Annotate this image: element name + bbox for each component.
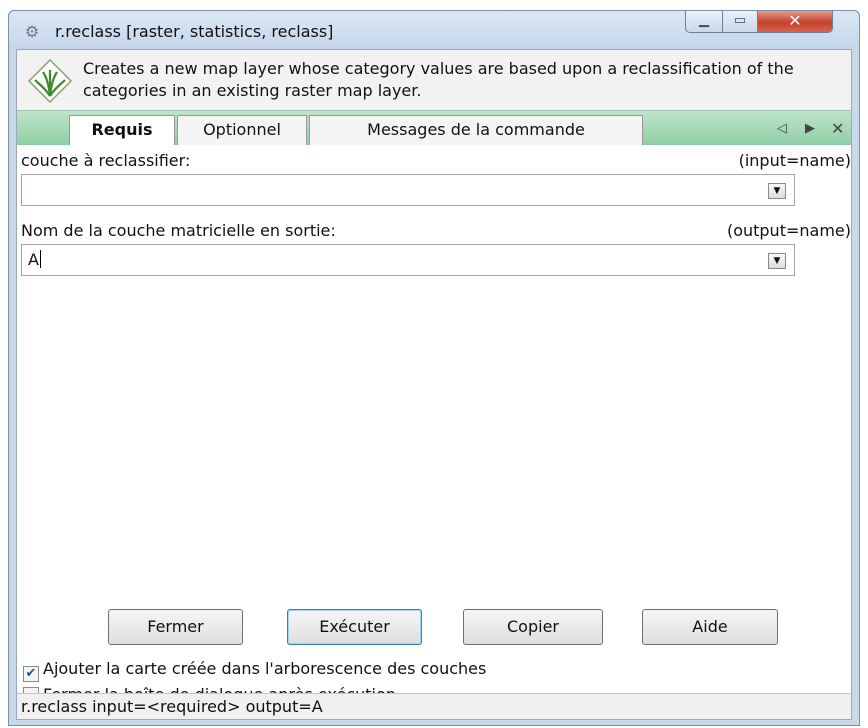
- tab-requis[interactable]: Requis: [69, 115, 175, 145]
- minimize-icon: ▁: [699, 13, 709, 28]
- gear-icon: ⚙: [24, 22, 40, 41]
- output-combobox[interactable]: A ▼: [21, 244, 795, 276]
- command-statusbar: r.reclass input=<required> output=A: [17, 693, 851, 719]
- tab-messages[interactable]: Messages de la commande: [309, 115, 643, 145]
- title-bar[interactable]: ⚙ r.reclass [raster, statistics, reclass…: [9, 11, 859, 49]
- dialog-content: Creates a new map layer whose category v…: [16, 49, 852, 720]
- window-title: r.reclass [raster, statistics, reclass]: [55, 22, 334, 41]
- text-caret: [39, 250, 41, 268]
- required-panel: couche à reclassifier: (input=name) ▼ No…: [17, 145, 851, 719]
- output-hint: (output=name): [726, 221, 851, 240]
- chevron-down-icon[interactable]: ▼: [768, 253, 786, 269]
- description-panel: Creates a new map layer whose category v…: [17, 50, 851, 110]
- output-value: A: [28, 250, 39, 269]
- grass-logo-icon: [27, 58, 73, 104]
- close-dialog-button[interactable]: Fermer: [108, 609, 243, 645]
- maximize-icon: ▭: [733, 13, 747, 28]
- copy-button[interactable]: Copier: [463, 609, 603, 645]
- dialog-window: ⚙ r.reclass [raster, statistics, reclass…: [8, 10, 860, 726]
- output-label: Nom de la couche matricielle en sortie:: [21, 221, 336, 240]
- input-hint: (input=name): [738, 151, 851, 170]
- tab-close-icon[interactable]: ✕: [831, 121, 844, 137]
- tab-prev-icon[interactable]: ◁: [777, 121, 787, 137]
- close-icon: ✕: [788, 11, 802, 30]
- tab-next-icon[interactable]: ▶: [805, 121, 815, 137]
- add-to-tree-option[interactable]: ✔ Ajouter la carte créée dans l'arboresce…: [23, 659, 487, 682]
- tab-optionnel[interactable]: Optionnel: [177, 115, 307, 145]
- maximize-button[interactable]: ▭: [722, 11, 758, 33]
- input-label: couche à reclassifier:: [21, 151, 191, 170]
- help-button[interactable]: Aide: [642, 609, 778, 645]
- input-combobox[interactable]: ▼: [21, 174, 795, 206]
- add-to-tree-label: Ajouter la carte créée dans l'arborescen…: [43, 659, 487, 678]
- minimize-button[interactable]: ▁: [685, 11, 723, 33]
- chevron-down-icon[interactable]: ▼: [768, 183, 786, 199]
- add-to-tree-checkbox[interactable]: ✔: [23, 666, 39, 682]
- run-button[interactable]: Exécuter: [287, 609, 422, 645]
- close-button[interactable]: ✕: [757, 11, 833, 33]
- module-description: Creates a new map layer whose category v…: [83, 59, 794, 100]
- tab-strip: Requis Optionnel Messages de la commande…: [17, 110, 851, 146]
